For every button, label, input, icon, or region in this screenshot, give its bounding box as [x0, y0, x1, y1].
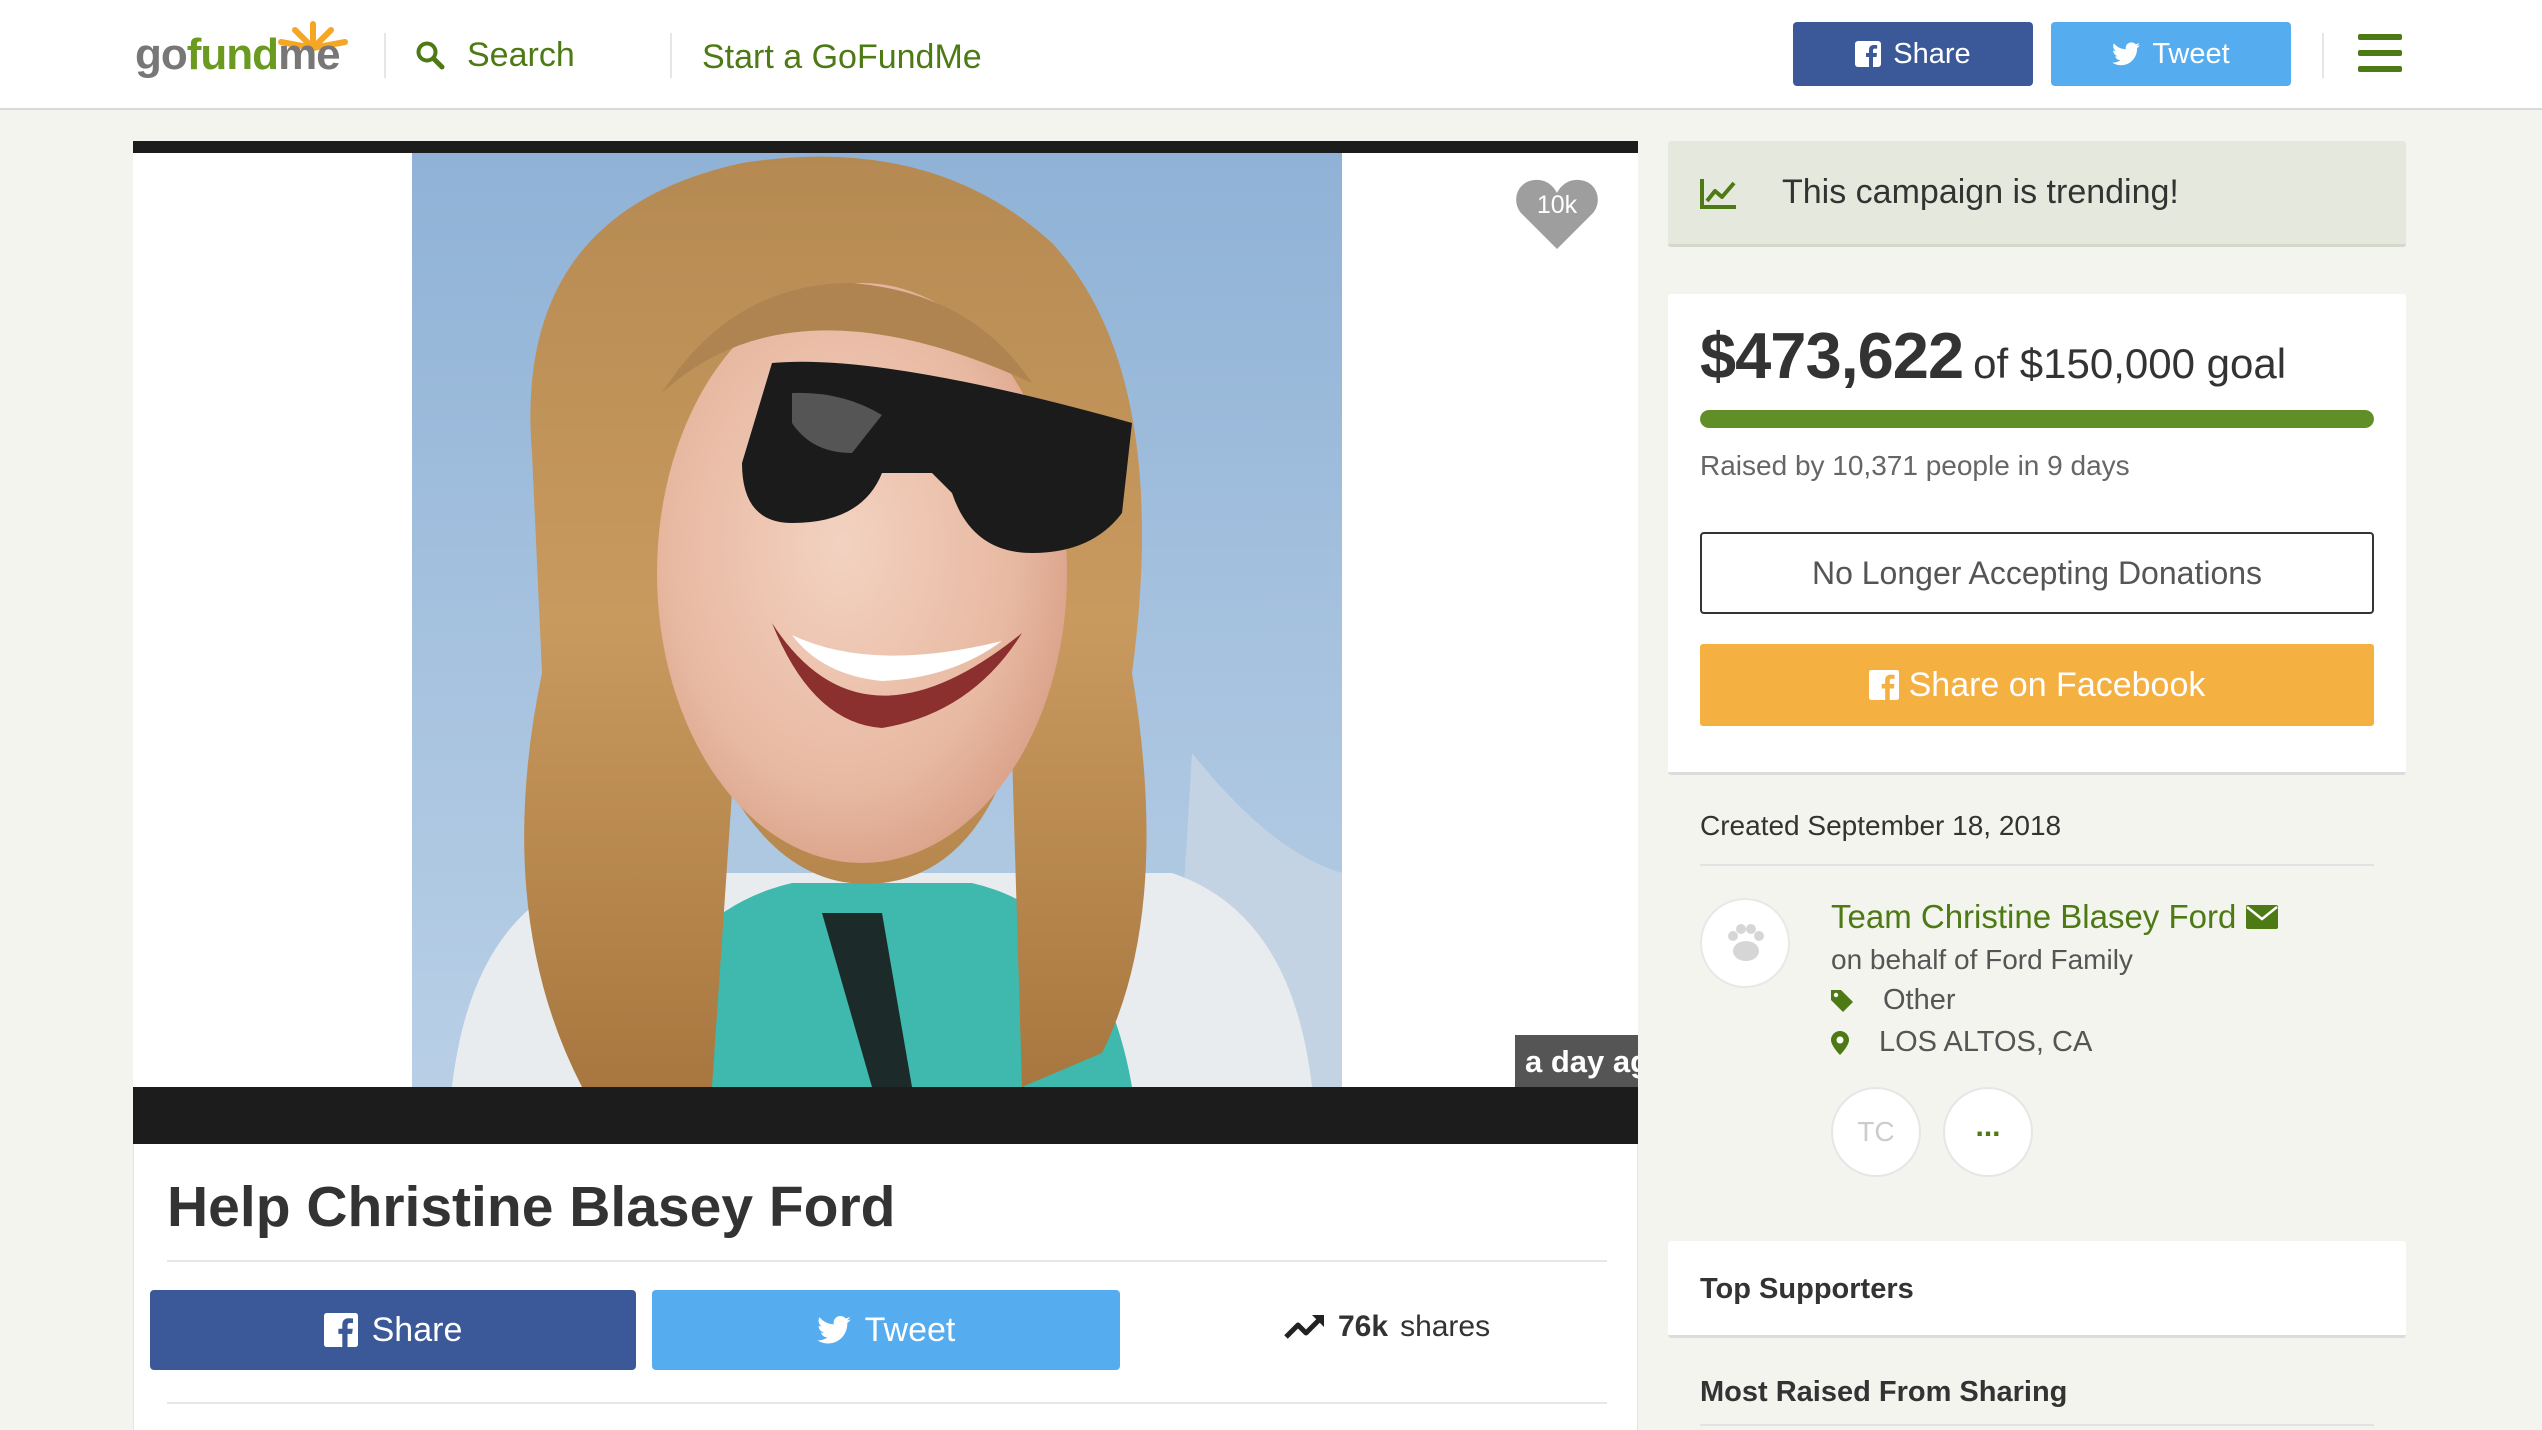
organizer-avatar[interactable] [1700, 898, 1790, 988]
tag-icon [1831, 989, 1853, 1012]
campaign-media: 10k a day ago [133, 141, 1638, 1144]
header-divider [2322, 33, 2324, 78]
tweet-button[interactable]: Tweet [652, 1290, 1120, 1370]
campaign-photo [412, 153, 1342, 1087]
divider [1700, 1424, 2374, 1426]
twitter-icon [2112, 42, 2141, 66]
media-bottom-bar [133, 1087, 1638, 1144]
category-label[interactable]: Other [1883, 984, 1956, 1017]
shares-word: shares [1400, 1310, 1491, 1343]
header-tweet-button[interactable]: Tweet [2051, 22, 2291, 86]
media-top-bar [133, 141, 1638, 153]
raised-by-text: Raised by 10,371 people in 9 days [1700, 450, 2130, 481]
tweet-label: Tweet [864, 1310, 956, 1349]
facebook-icon [1868, 670, 1899, 700]
heart-count: 10k [1536, 191, 1578, 219]
no-longer-accepting-button[interactable]: No Longer Accepting Donations [1700, 532, 2374, 614]
trending-text: This campaign is trending! [1782, 173, 2179, 211]
location-row: LOS ALTOS, CA [1831, 1026, 2092, 1059]
area-chart-icon [1700, 179, 1736, 209]
goal-text: of $150,000 goal [1973, 340, 2287, 387]
search-link[interactable]: Search [415, 30, 575, 80]
top-supporters-card: Top Supporters [1668, 1241, 2406, 1338]
gofundme-logo[interactable]: gofundme [135, 18, 351, 88]
on-behalf-text: on behalf of Ford Family [1831, 944, 2133, 975]
shares-count: 76k shares [1284, 1302, 1490, 1352]
paw-icon [1728, 924, 1764, 961]
hamburger-menu-icon[interactable] [2358, 34, 2402, 72]
facebook-icon [1855, 41, 1882, 67]
header-divider [384, 33, 386, 78]
team-member-avatar[interactable]: TC [1831, 1087, 1921, 1177]
facebook-share-button[interactable]: Share [150, 1290, 636, 1370]
amount-row: $473,622 of $150,000 goal [1700, 318, 2286, 393]
created-date: Created September 18, 2018 [1700, 810, 2062, 841]
divider [167, 1260, 1607, 1262]
site-header: gofundme Search Start a GoFundMe Share T… [0, 0, 2542, 110]
share-on-facebook-label: Share on Facebook [1908, 665, 2206, 704]
timestamp-overlay: a day ago [1515, 1035, 1638, 1087]
divider [167, 1402, 1607, 1404]
category-row: Other [1831, 984, 1956, 1017]
most-raised-sharing-heading: Most Raised From Sharing [1700, 1376, 2068, 1408]
more-team-button[interactable]: ... [1943, 1087, 2033, 1177]
search-label: Search [467, 35, 575, 74]
progress-fill [1700, 410, 2374, 428]
logo-wordmark: gofundme [135, 30, 341, 79]
organizer-name: Team Christine Blasey Ford [1831, 898, 2237, 935]
shares-number: 76k [1338, 1310, 1389, 1343]
progress-bar [1700, 410, 2374, 428]
header-tweet-label: Tweet [2152, 37, 2230, 70]
campaign-photo-illustration [412, 153, 1342, 1087]
map-pin-icon [1831, 1030, 1849, 1055]
header-facebook-share-button[interactable]: Share [1793, 22, 2033, 86]
campaign-title-card: Help Christine Blasey Ford Share Tweet 7… [133, 1144, 1638, 1430]
raised-amount: $473,622 [1700, 319, 1964, 392]
share-label: Share [371, 1310, 463, 1349]
share-on-facebook-button[interactable]: Share on Facebook [1700, 644, 2374, 726]
search-icon [416, 41, 445, 70]
start-gofundme-link[interactable]: Start a GoFundMe [702, 30, 982, 85]
top-supporters-heading: Top Supporters [1700, 1273, 1914, 1305]
envelope-icon[interactable] [2246, 905, 2279, 929]
funding-card: $473,622 of $150,000 goal Raised by 10,3… [1668, 294, 2406, 775]
twitter-icon [816, 1316, 851, 1344]
header-divider [670, 33, 672, 78]
header-share-label: Share [1893, 37, 1971, 70]
trending-up-icon [1284, 1315, 1324, 1339]
facebook-icon [323, 1313, 358, 1347]
divider [1700, 864, 2374, 866]
organizer-name-link[interactable]: Team Christine Blasey Ford [1831, 898, 2279, 936]
campaign-title: Help Christine Blasey Ford [167, 1175, 896, 1239]
location-label: LOS ALTOS, CA [1879, 1026, 2093, 1058]
trending-banner: This campaign is trending! [1668, 141, 2406, 247]
